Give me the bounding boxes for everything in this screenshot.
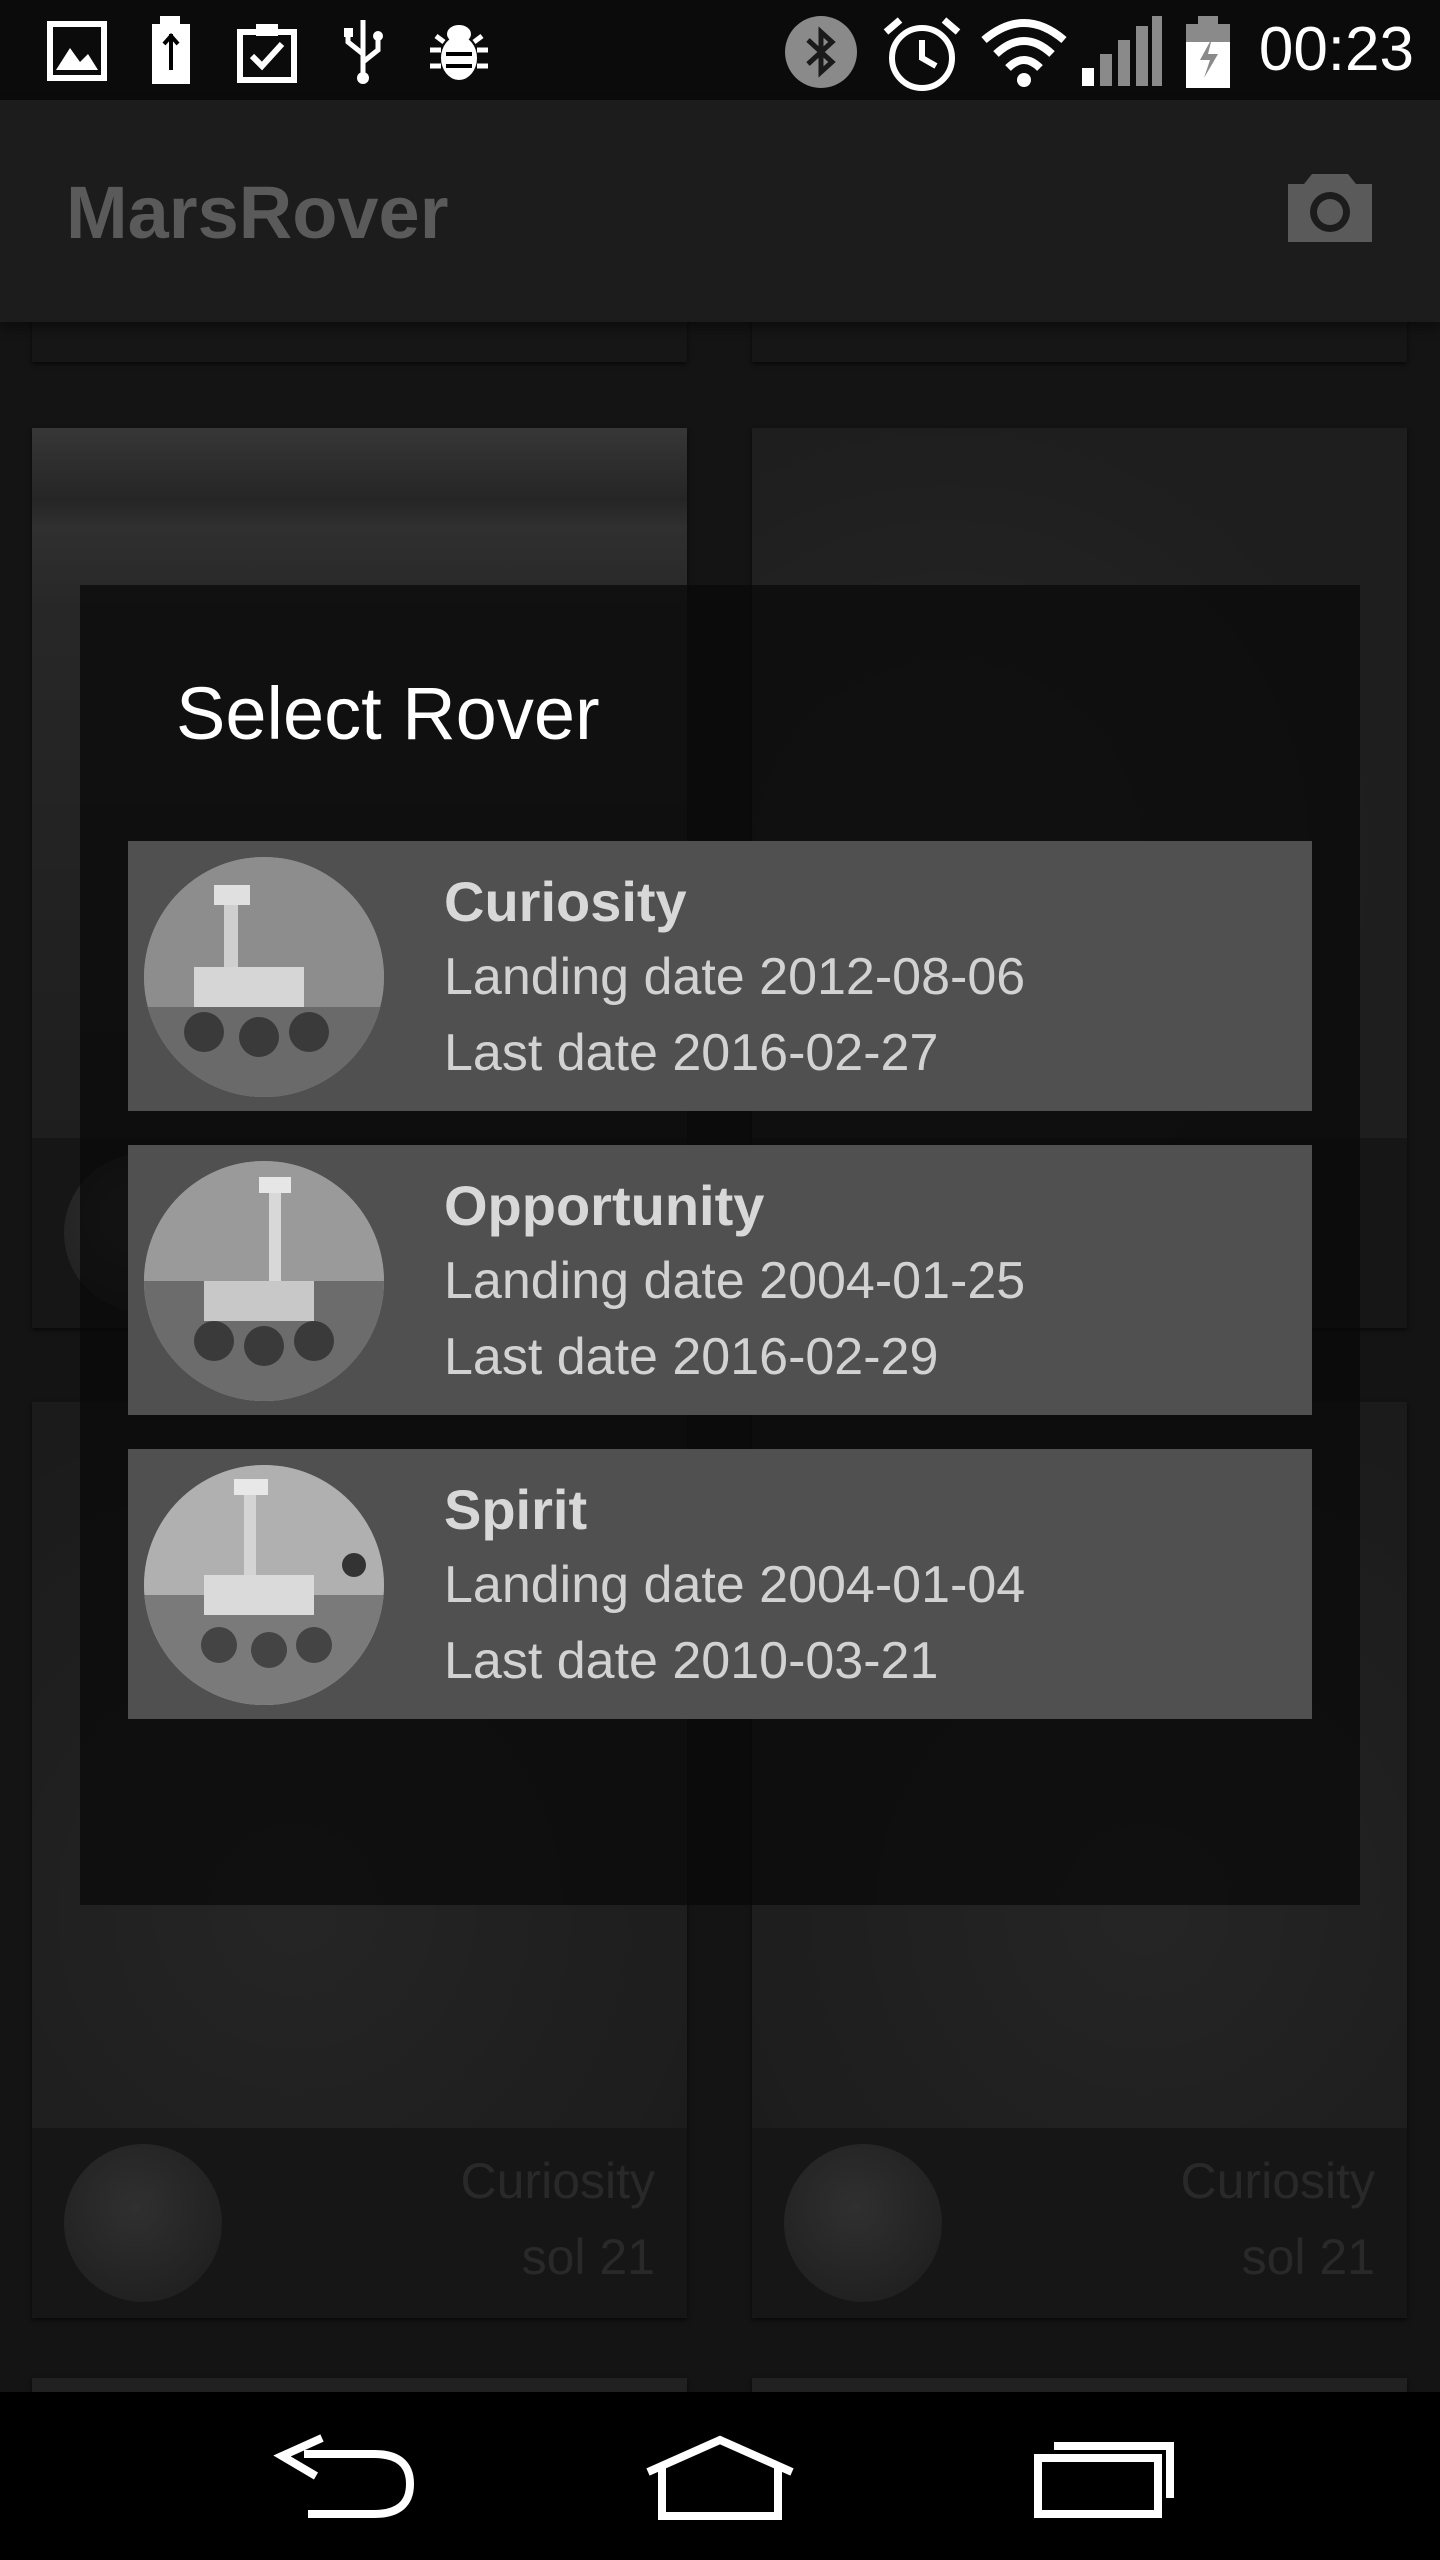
rover-item-spirit[interactable]: Spirit Landing date 2004-01-04 Last date…: [128, 1449, 1312, 1719]
app-title: MarsRover: [66, 171, 449, 254]
wifi-icon: [981, 19, 1067, 87]
app-bar: MarsRover: [0, 100, 1440, 322]
battery-charging-icon: [1186, 16, 1230, 88]
bluetooth-icon: [785, 16, 857, 88]
rover-name: Opportunity: [444, 1174, 765, 1237]
status-time: 00:23: [1258, 15, 1414, 84]
rover-landing-date: Landing date 2012-08-06: [444, 948, 1026, 1006]
recents-icon[interactable]: [1024, 2432, 1184, 2522]
rover-avatar: [144, 1465, 384, 1705]
select-rover-dialog: Select Rover Curiosity Landing date 2012…: [80, 585, 1360, 1905]
rover-item-opportunity[interactable]: Opportunity Landing date 2004-01-25 Last…: [128, 1145, 1312, 1415]
signal-icon: [1082, 16, 1162, 86]
rover-avatar: [144, 857, 384, 1097]
camera-icon[interactable]: [1282, 168, 1378, 246]
bug-icon: [430, 25, 488, 80]
back-icon[interactable]: [264, 2432, 424, 2522]
rover-last-date: Last date 2016-02-27: [444, 1024, 939, 1082]
usb-battery-icon: [152, 16, 190, 84]
alarm-icon: [883, 17, 961, 91]
image-icon: [47, 21, 107, 81]
rover-item-curiosity[interactable]: Curiosity Landing date 2012-08-06 Last d…: [128, 841, 1312, 1111]
rover-name: Curiosity: [444, 870, 687, 933]
navigation-bar: [0, 2392, 1440, 2560]
rover-landing-date: Landing date 2004-01-25: [444, 1252, 1026, 1310]
rover-last-date: Last date 2010-03-21: [444, 1632, 939, 1690]
home-icon[interactable]: [640, 2432, 800, 2522]
rover-name: Spirit: [444, 1478, 588, 1541]
rover-last-date: Last date 2016-02-29: [444, 1328, 939, 1386]
usb-icon: [344, 20, 383, 84]
rover-landing-date: Landing date 2004-01-04: [444, 1556, 1026, 1614]
dialog-title: Select Rover: [176, 672, 600, 755]
status-bar: 00:23: [0, 0, 1440, 100]
clipboard-check-icon: [237, 24, 297, 83]
rover-avatar: [144, 1161, 384, 1401]
